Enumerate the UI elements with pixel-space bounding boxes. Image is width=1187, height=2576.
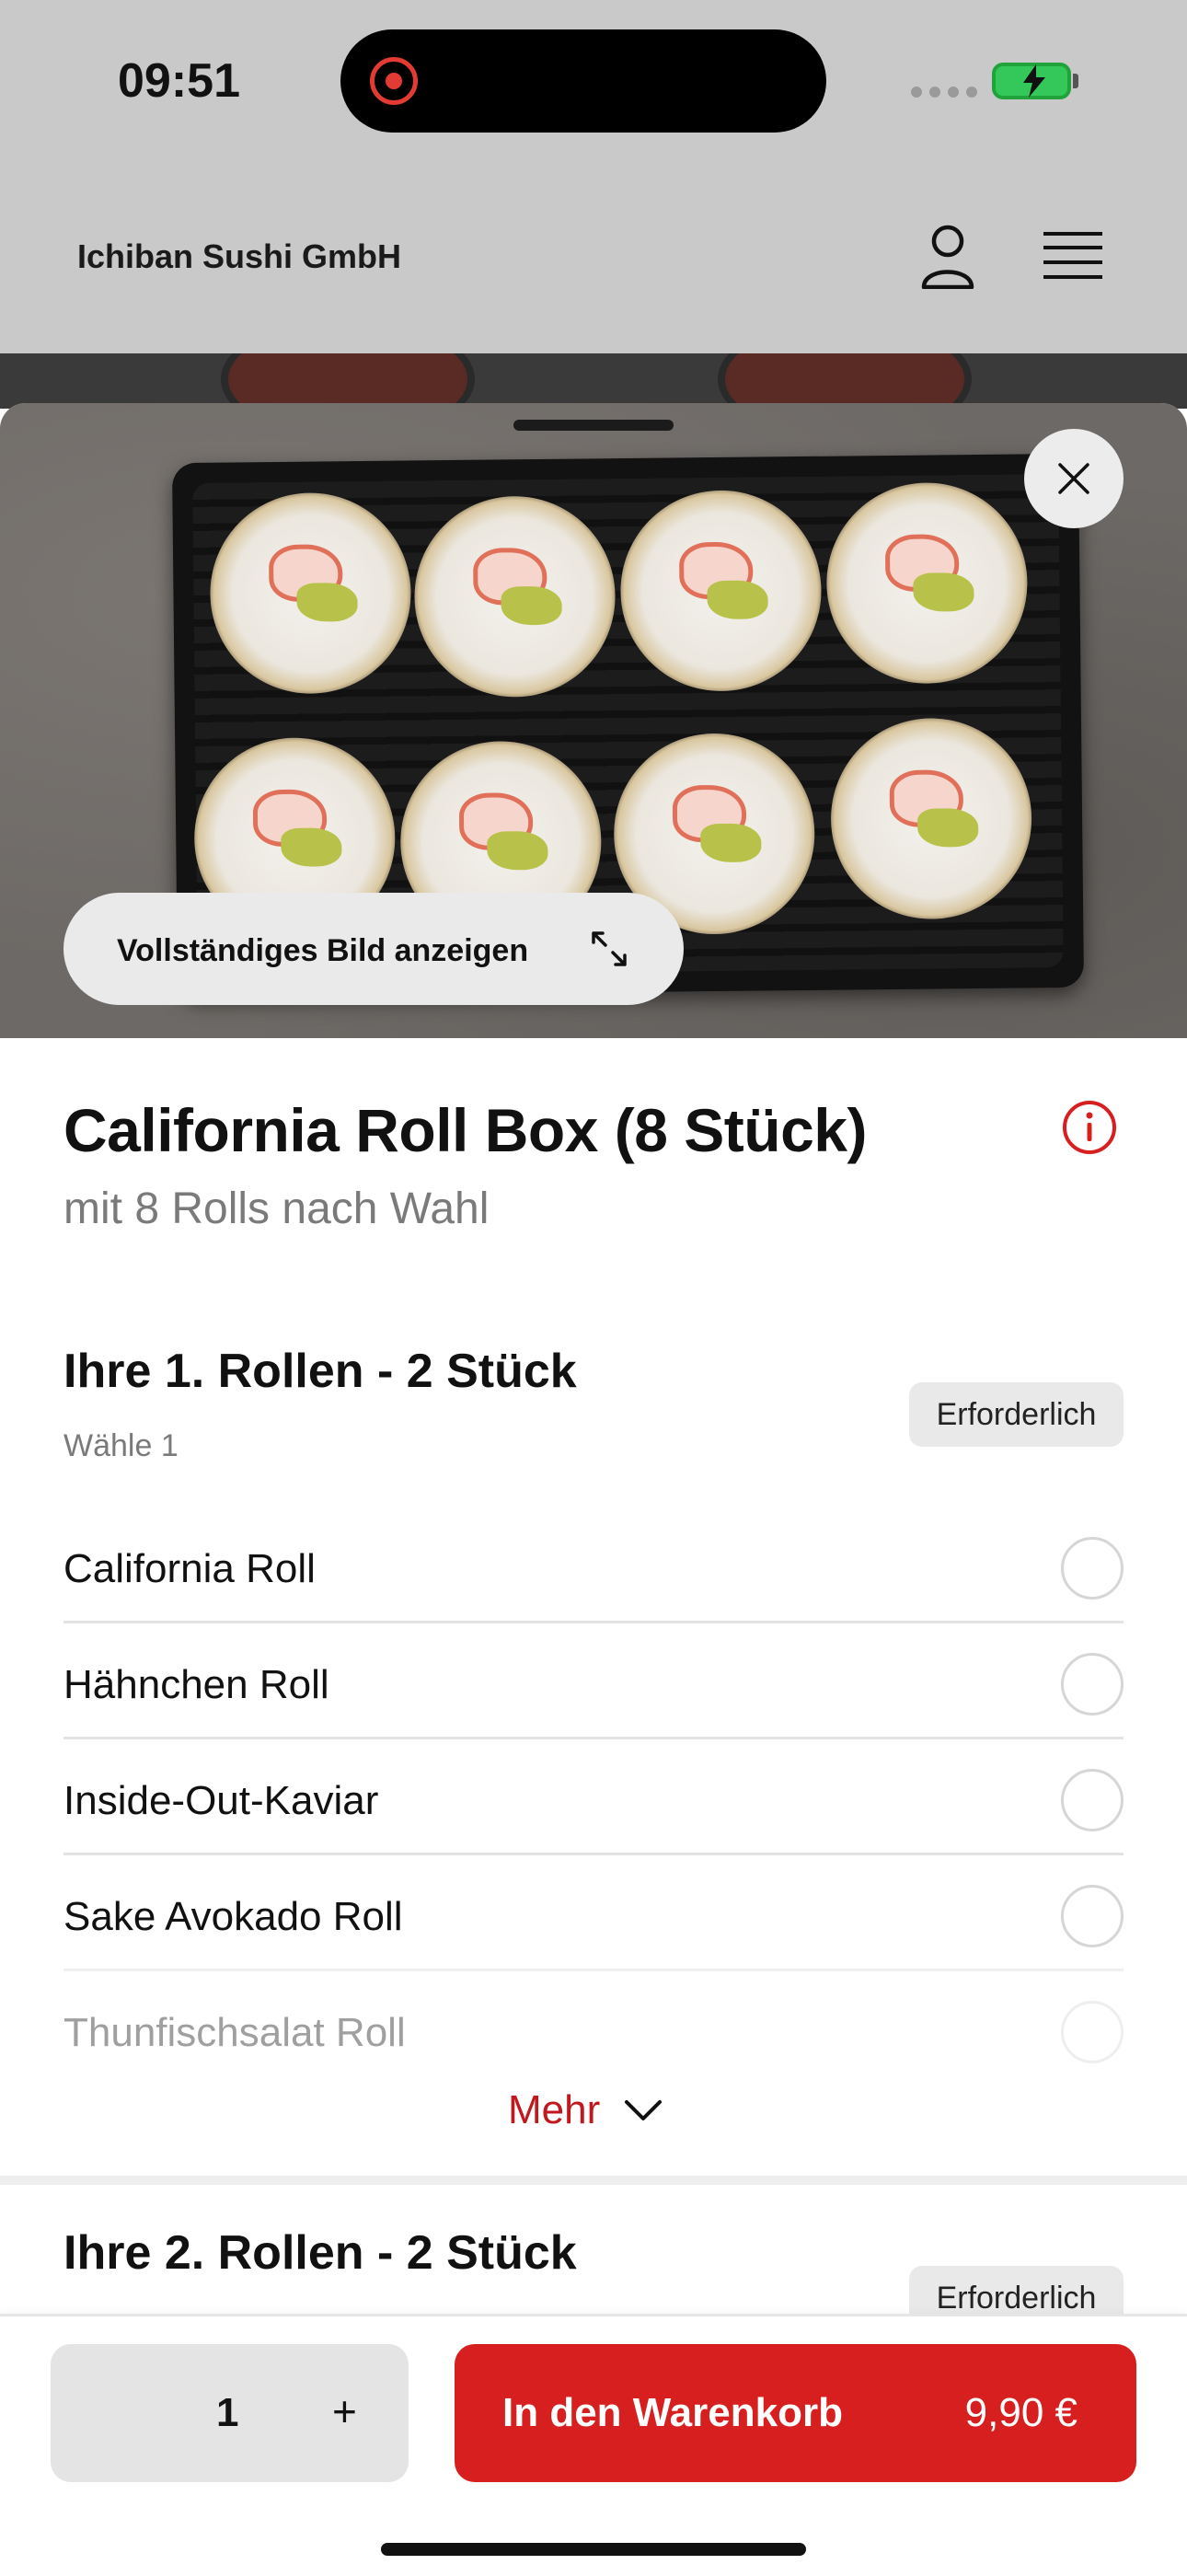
option-sake-avokado-roll[interactable]: Sake Avokado Roll bbox=[63, 1855, 1124, 1971]
radio-button[interactable] bbox=[1061, 2001, 1124, 2063]
battery-charging-icon bbox=[992, 63, 1071, 99]
product-title: California Roll Box (8 Stück) bbox=[63, 1096, 867, 1164]
radio-button[interactable] bbox=[1061, 1885, 1124, 1947]
radio-button[interactable] bbox=[1061, 1653, 1124, 1715]
screen-recording-icon bbox=[370, 57, 418, 105]
dynamic-island bbox=[340, 29, 826, 133]
option-label: Sake Avokado Roll bbox=[63, 1894, 403, 1939]
hamburger-menu-icon[interactable] bbox=[1043, 230, 1102, 282]
quantity-value: 1 bbox=[216, 2390, 239, 2435]
sheet-drag-handle[interactable] bbox=[513, 420, 674, 431]
radio-button[interactable] bbox=[1061, 1769, 1124, 1831]
option-thunfischsalat-roll[interactable]: Thunfischsalat Roll bbox=[63, 1971, 1124, 2087]
expand-icon bbox=[592, 931, 627, 966]
required-badge: Erforderlich bbox=[909, 1382, 1124, 1447]
section-separator bbox=[0, 2176, 1187, 2185]
option-inside-out-kaviar[interactable]: Inside-Out-Kaviar bbox=[63, 1739, 1124, 1855]
chevron-down-icon bbox=[625, 2100, 663, 2120]
option-group-hint: Wähle 1 bbox=[63, 1428, 179, 1463]
info-icon[interactable] bbox=[1061, 1099, 1118, 1156]
show-full-image-label: Vollständiges Bild anzeigen bbox=[117, 933, 529, 968]
background-menu-image bbox=[0, 353, 1187, 409]
increment-button[interactable]: + bbox=[332, 2386, 357, 2436]
add-to-cart-label: In den Warenkorb bbox=[502, 2390, 843, 2435]
option-california-roll[interactable]: California Roll bbox=[63, 1507, 1124, 1623]
show-full-image-button[interactable]: Vollständiges Bild anzeigen bbox=[63, 893, 684, 1005]
option-label: Hähnchen Roll bbox=[63, 1662, 329, 1707]
user-icon[interactable] bbox=[918, 223, 977, 290]
option-group-title: Ihre 2. Rollen - 2 Stück bbox=[63, 2226, 577, 2280]
add-to-cart-button[interactable]: In den Warenkorb 9,90 € bbox=[455, 2344, 1136, 2482]
option-haehnchen-roll[interactable]: Hähnchen Roll bbox=[63, 1623, 1124, 1739]
product-subtitle: mit 8 Rolls nach Wahl bbox=[63, 1184, 490, 1233]
product-image: Vollständiges Bild anzeigen bbox=[0, 403, 1187, 1038]
radio-button[interactable] bbox=[1061, 1537, 1124, 1600]
price-label: 9,90 € bbox=[964, 2390, 1078, 2435]
option-group-title: Ihre 1. Rollen - 2 Stück bbox=[63, 1345, 577, 1398]
quantity-stepper[interactable]: 1 + bbox=[51, 2344, 409, 2482]
option-label: Inside-Out-Kaviar bbox=[63, 1778, 379, 1823]
battery-tip bbox=[1073, 74, 1078, 88]
bottom-action-bar: 1 + In den Warenkorb 9,90 € bbox=[0, 2314, 1187, 2576]
product-detail-sheet: Vollständiges Bild anzeigen California R… bbox=[0, 403, 1187, 2573]
home-indicator[interactable] bbox=[381, 2543, 806, 2556]
show-more-button[interactable]: Mehr bbox=[508, 2087, 663, 2133]
close-icon bbox=[1058, 463, 1089, 494]
close-button[interactable] bbox=[1024, 429, 1124, 528]
option-label: California Roll bbox=[63, 1546, 316, 1591]
restaurant-name[interactable]: Ichiban Sushi GmbH bbox=[77, 237, 401, 276]
show-more-label: Mehr bbox=[508, 2087, 601, 2132]
app-header-dimmed: 09:51 Ichiban Sushi GmbH bbox=[0, 0, 1187, 353]
cellular-signal-icon bbox=[911, 87, 977, 98]
option-label: Thunfischsalat Roll bbox=[63, 2010, 406, 2055]
status-time: 09:51 bbox=[118, 54, 240, 108]
